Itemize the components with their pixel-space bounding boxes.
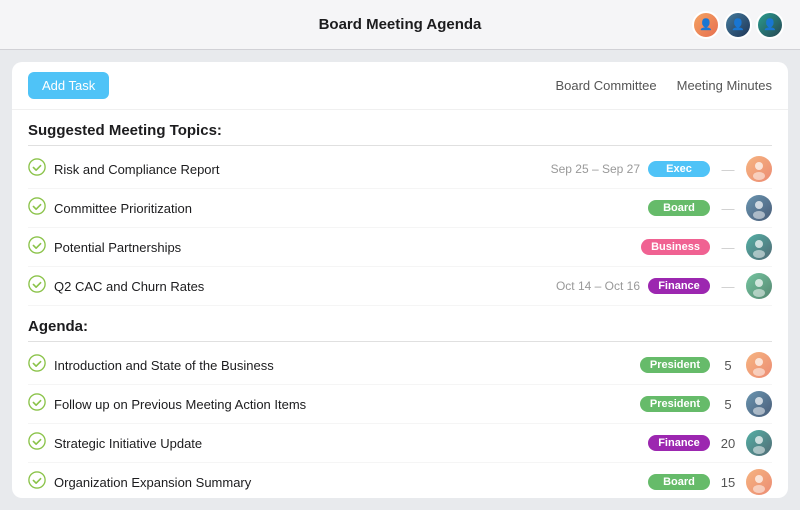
task-avatar xyxy=(746,234,772,260)
task-number: 20 xyxy=(718,436,738,451)
task-row[interactable]: Strategic Initiative Update Finance 20 xyxy=(28,424,772,463)
task-name: Strategic Initiative Update xyxy=(54,436,640,451)
task-avatar xyxy=(746,352,772,378)
task-dash: — xyxy=(718,162,738,177)
task-name: Q2 CAC and Churn Rates xyxy=(54,279,542,294)
task-row[interactable]: Organization Expansion Summary Board 15 xyxy=(28,463,772,498)
task-tag: Exec xyxy=(648,161,710,177)
task-row[interactable]: Risk and Compliance Report Sep 25 – Sep 2… xyxy=(28,150,772,189)
task-avatar xyxy=(746,156,772,182)
meeting-minutes-link[interactable]: Meeting Minutes xyxy=(677,78,772,93)
check-icon xyxy=(28,197,46,220)
task-dash: — xyxy=(718,201,738,216)
task-number: 5 xyxy=(718,397,738,412)
check-icon xyxy=(28,354,46,377)
check-icon xyxy=(28,393,46,416)
task-name: Committee Prioritization xyxy=(54,201,640,216)
task-number: 15 xyxy=(718,475,738,490)
avatar-2: 👤 xyxy=(724,11,752,39)
toolbar: Add Task Board Committee Meeting Minutes xyxy=(12,62,788,110)
add-task-button[interactable]: Add Task xyxy=(28,72,109,99)
task-name: Potential Partnerships xyxy=(54,240,633,255)
task-tag: Finance xyxy=(648,278,710,294)
task-dash: — xyxy=(718,279,738,294)
task-row[interactable]: Committee Prioritization Board — xyxy=(28,189,772,228)
check-icon xyxy=(28,158,46,181)
task-name: Follow up on Previous Meeting Action Ite… xyxy=(54,397,632,412)
app-header: Board Meeting Agenda 👤 👤 👤 xyxy=(0,0,800,50)
content-area: Suggested Meeting Topics: Risk and Compl… xyxy=(12,110,788,498)
task-tag: Business xyxy=(641,239,710,255)
task-dash: — xyxy=(718,240,738,255)
check-icon xyxy=(28,432,46,455)
check-icon xyxy=(28,236,46,259)
task-avatar xyxy=(746,273,772,299)
task-tag: President xyxy=(640,357,710,373)
main-content: Add Task Board Committee Meeting Minutes… xyxy=(12,62,788,498)
task-avatar xyxy=(746,469,772,495)
task-avatar xyxy=(746,195,772,221)
toolbar-links: Board Committee Meeting Minutes xyxy=(555,78,772,93)
task-row[interactable]: Introduction and State of the Business Pr… xyxy=(28,346,772,385)
task-avatar xyxy=(746,430,772,456)
header-title: Board Meeting Agenda xyxy=(319,16,482,33)
section-title-0: Suggested Meeting Topics: xyxy=(28,110,772,146)
avatar-1: 👤 xyxy=(692,11,720,39)
task-name: Organization Expansion Summary xyxy=(54,475,640,490)
task-name: Risk and Compliance Report xyxy=(54,162,542,177)
section-title-1: Agenda: xyxy=(28,306,772,342)
task-row[interactable]: Q2 CAC and Churn Rates Oct 14 – Oct 16 Fin… xyxy=(28,267,772,306)
task-date: Oct 14 – Oct 16 xyxy=(550,279,640,293)
task-date: Sep 25 – Sep 27 xyxy=(550,162,640,176)
task-avatar xyxy=(746,391,772,417)
task-name: Introduction and State of the Business xyxy=(54,358,632,373)
task-number: 5 xyxy=(718,358,738,373)
check-icon xyxy=(28,275,46,298)
avatar-3: 👤 xyxy=(756,11,784,39)
check-icon xyxy=(28,471,46,494)
task-row[interactable]: Potential Partnerships Business — xyxy=(28,228,772,267)
task-tag: Board xyxy=(648,474,710,490)
board-committee-link[interactable]: Board Committee xyxy=(555,78,656,93)
task-row[interactable]: Follow up on Previous Meeting Action Ite… xyxy=(28,385,772,424)
task-tag: Finance xyxy=(648,435,710,451)
header-avatars: 👤 👤 👤 xyxy=(692,11,784,39)
task-tag: Board xyxy=(648,200,710,216)
task-tag: President xyxy=(640,396,710,412)
